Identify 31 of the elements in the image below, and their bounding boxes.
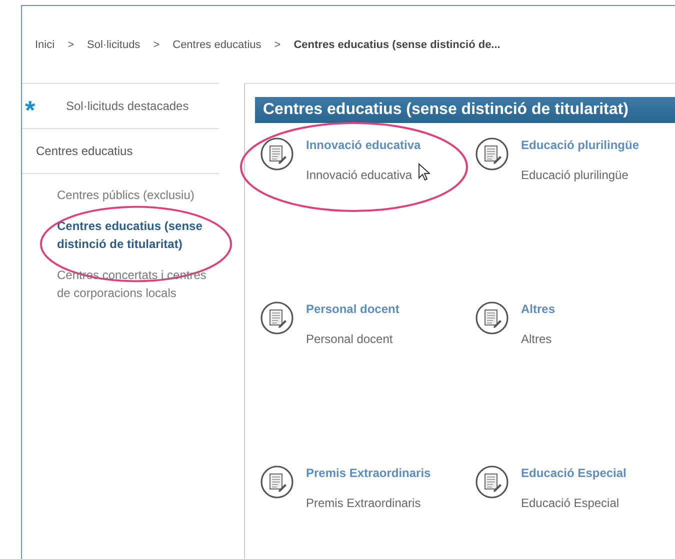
breadcrumb-link[interactable]: Sol·licituds — [87, 38, 140, 50]
document-pencil-icon[interactable] — [475, 137, 509, 171]
sidebar-link[interactable]: Centres educatius — [36, 144, 133, 158]
breadcrumb-link[interactable]: Inici — [35, 38, 55, 50]
breadcrumb-link[interactable]: Centres educatius (sense distinció de... — [294, 38, 500, 50]
asterisk-icon: * — [25, 89, 43, 123]
sidebar-link[interactable]: Sol·licituds destacades — [66, 99, 189, 113]
card-title-link[interactable]: Personal docent — [306, 302, 400, 316]
document-pencil-icon[interactable] — [260, 137, 294, 171]
card-title-link[interactable]: Premis Extraordinaris — [306, 466, 431, 480]
breadcrumb-link[interactable]: Centres educatius — [172, 38, 262, 50]
section-header: Centres educatius (sense distinció de titularitat) — [255, 97, 675, 123]
card-description: Educació plurilingüe — [521, 168, 630, 182]
sidebar-item[interactable]: Centres públics (exclusiu) — [57, 186, 217, 204]
sidebar-item[interactable]: Centres educatius (sense distinció de titularitat) — [57, 217, 217, 253]
card-description: Premis Extraordinaris — [306, 496, 422, 510]
card-title-link[interactable]: Altres — [521, 302, 556, 316]
card-description: Innovació educativa — [306, 168, 414, 182]
breadcrumb-separator: > — [68, 38, 74, 50]
breadcrumb-separator: > — [153, 38, 160, 50]
card-title-link[interactable]: Innovació educativa — [306, 138, 421, 152]
card-title-link[interactable]: Educació Especial — [521, 466, 626, 480]
breadcrumb-separator: > — [274, 38, 281, 50]
card-title-link[interactable]: Educació plurilingüe — [521, 138, 640, 152]
document-pencil-icon[interactable] — [475, 465, 509, 499]
document-pencil-icon[interactable] — [475, 301, 509, 335]
card-description: Personal docent — [306, 332, 394, 346]
document-pencil-icon[interactable] — [260, 301, 294, 335]
card-description: Educació Especial — [521, 496, 620, 510]
document-pencil-icon[interactable] — [260, 465, 294, 499]
card-description: Altres — [521, 332, 553, 346]
